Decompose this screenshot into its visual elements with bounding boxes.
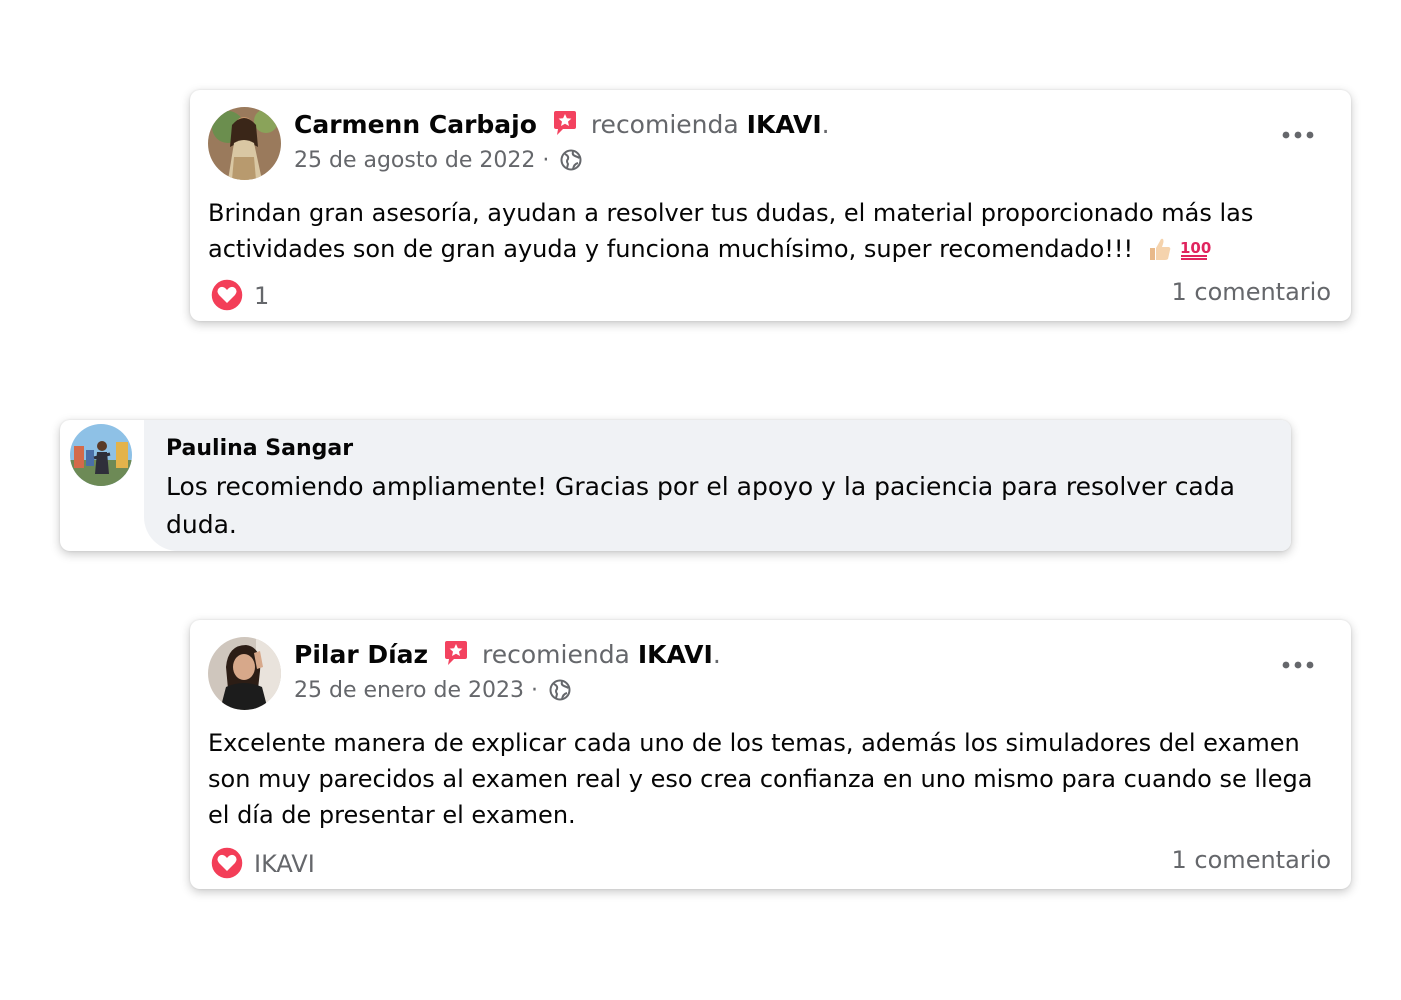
- post-date-line: 25 de enero de 2023 ·: [294, 676, 571, 706]
- post-date[interactable]: 25 de enero de 2023: [294, 678, 524, 703]
- page-name[interactable]: IKAVI: [747, 110, 822, 139]
- globe-icon: [549, 679, 571, 701]
- author-name[interactable]: Carmenn Carbajo: [294, 110, 537, 139]
- reaction-count: 1: [254, 282, 270, 310]
- post-text: Excelente manera de explicar cada uno de…: [208, 729, 1313, 829]
- more-options-icon[interactable]: [1281, 128, 1315, 142]
- post-body: Excelente manera de explicar cada uno de…: [208, 725, 1338, 833]
- thumbs-up-emoji-icon: [1149, 238, 1171, 260]
- reaction-summary[interactable]: IKAVI: [210, 846, 315, 880]
- comment-count-link[interactable]: 1 comentario: [1172, 278, 1331, 306]
- action-text: recomienda: [482, 640, 630, 669]
- action-text: recomienda: [590, 110, 739, 139]
- post-header: Carmenn Carbajo recomienda IKAVI.: [294, 110, 830, 139]
- post-date[interactable]: 25 de agosto de 2022: [294, 148, 535, 173]
- post-date-line: 25 de agosto de 2022 ·: [294, 146, 582, 176]
- svg-text:100: 100: [1180, 239, 1211, 257]
- reaction-summary[interactable]: 1: [210, 278, 269, 312]
- comment-count-link[interactable]: 1 comentario: [1172, 846, 1331, 874]
- comment-card: Paulina Sangar Los recomiendo ampliament…: [60, 420, 1291, 551]
- more-options-icon[interactable]: [1281, 658, 1315, 672]
- reaction-by: IKAVI: [254, 850, 315, 878]
- avatar[interactable]: [208, 107, 281, 180]
- date-separator: ·: [531, 678, 538, 703]
- hundred-points-emoji-icon: 100: [1180, 239, 1211, 260]
- post-text: Brindan gran asesoría, ayudan a resolver…: [208, 199, 1254, 263]
- post-header: Pilar Díaz recomienda IKAVI.: [294, 640, 721, 669]
- post-body: Brindan gran asesoría, ayudan a resolver…: [208, 195, 1338, 267]
- globe-icon: [560, 149, 582, 171]
- page-name[interactable]: IKAVI: [638, 640, 713, 669]
- comment-bubble: Paulina Sangar Los recomiendo ampliament…: [144, 420, 1291, 551]
- recommend-star-icon: [553, 111, 576, 135]
- date-separator: ·: [542, 148, 550, 173]
- review-post-card: Carmenn Carbajo recomienda IKAVI. 25 de …: [190, 90, 1351, 321]
- love-reaction-icon: [210, 278, 244, 312]
- love-reaction-icon: [210, 846, 244, 880]
- recommend-star-icon: [445, 641, 468, 665]
- comment-author[interactable]: Paulina Sangar: [166, 436, 353, 461]
- review-post-card: Pilar Díaz recomienda IKAVI. 25 de enero…: [190, 620, 1351, 889]
- author-name[interactable]: Pilar Díaz: [294, 640, 428, 669]
- comment-text: Los recomiendo ampliamente! Gracias por …: [166, 472, 1235, 539]
- avatar[interactable]: [208, 637, 281, 710]
- avatar[interactable]: [70, 424, 132, 486]
